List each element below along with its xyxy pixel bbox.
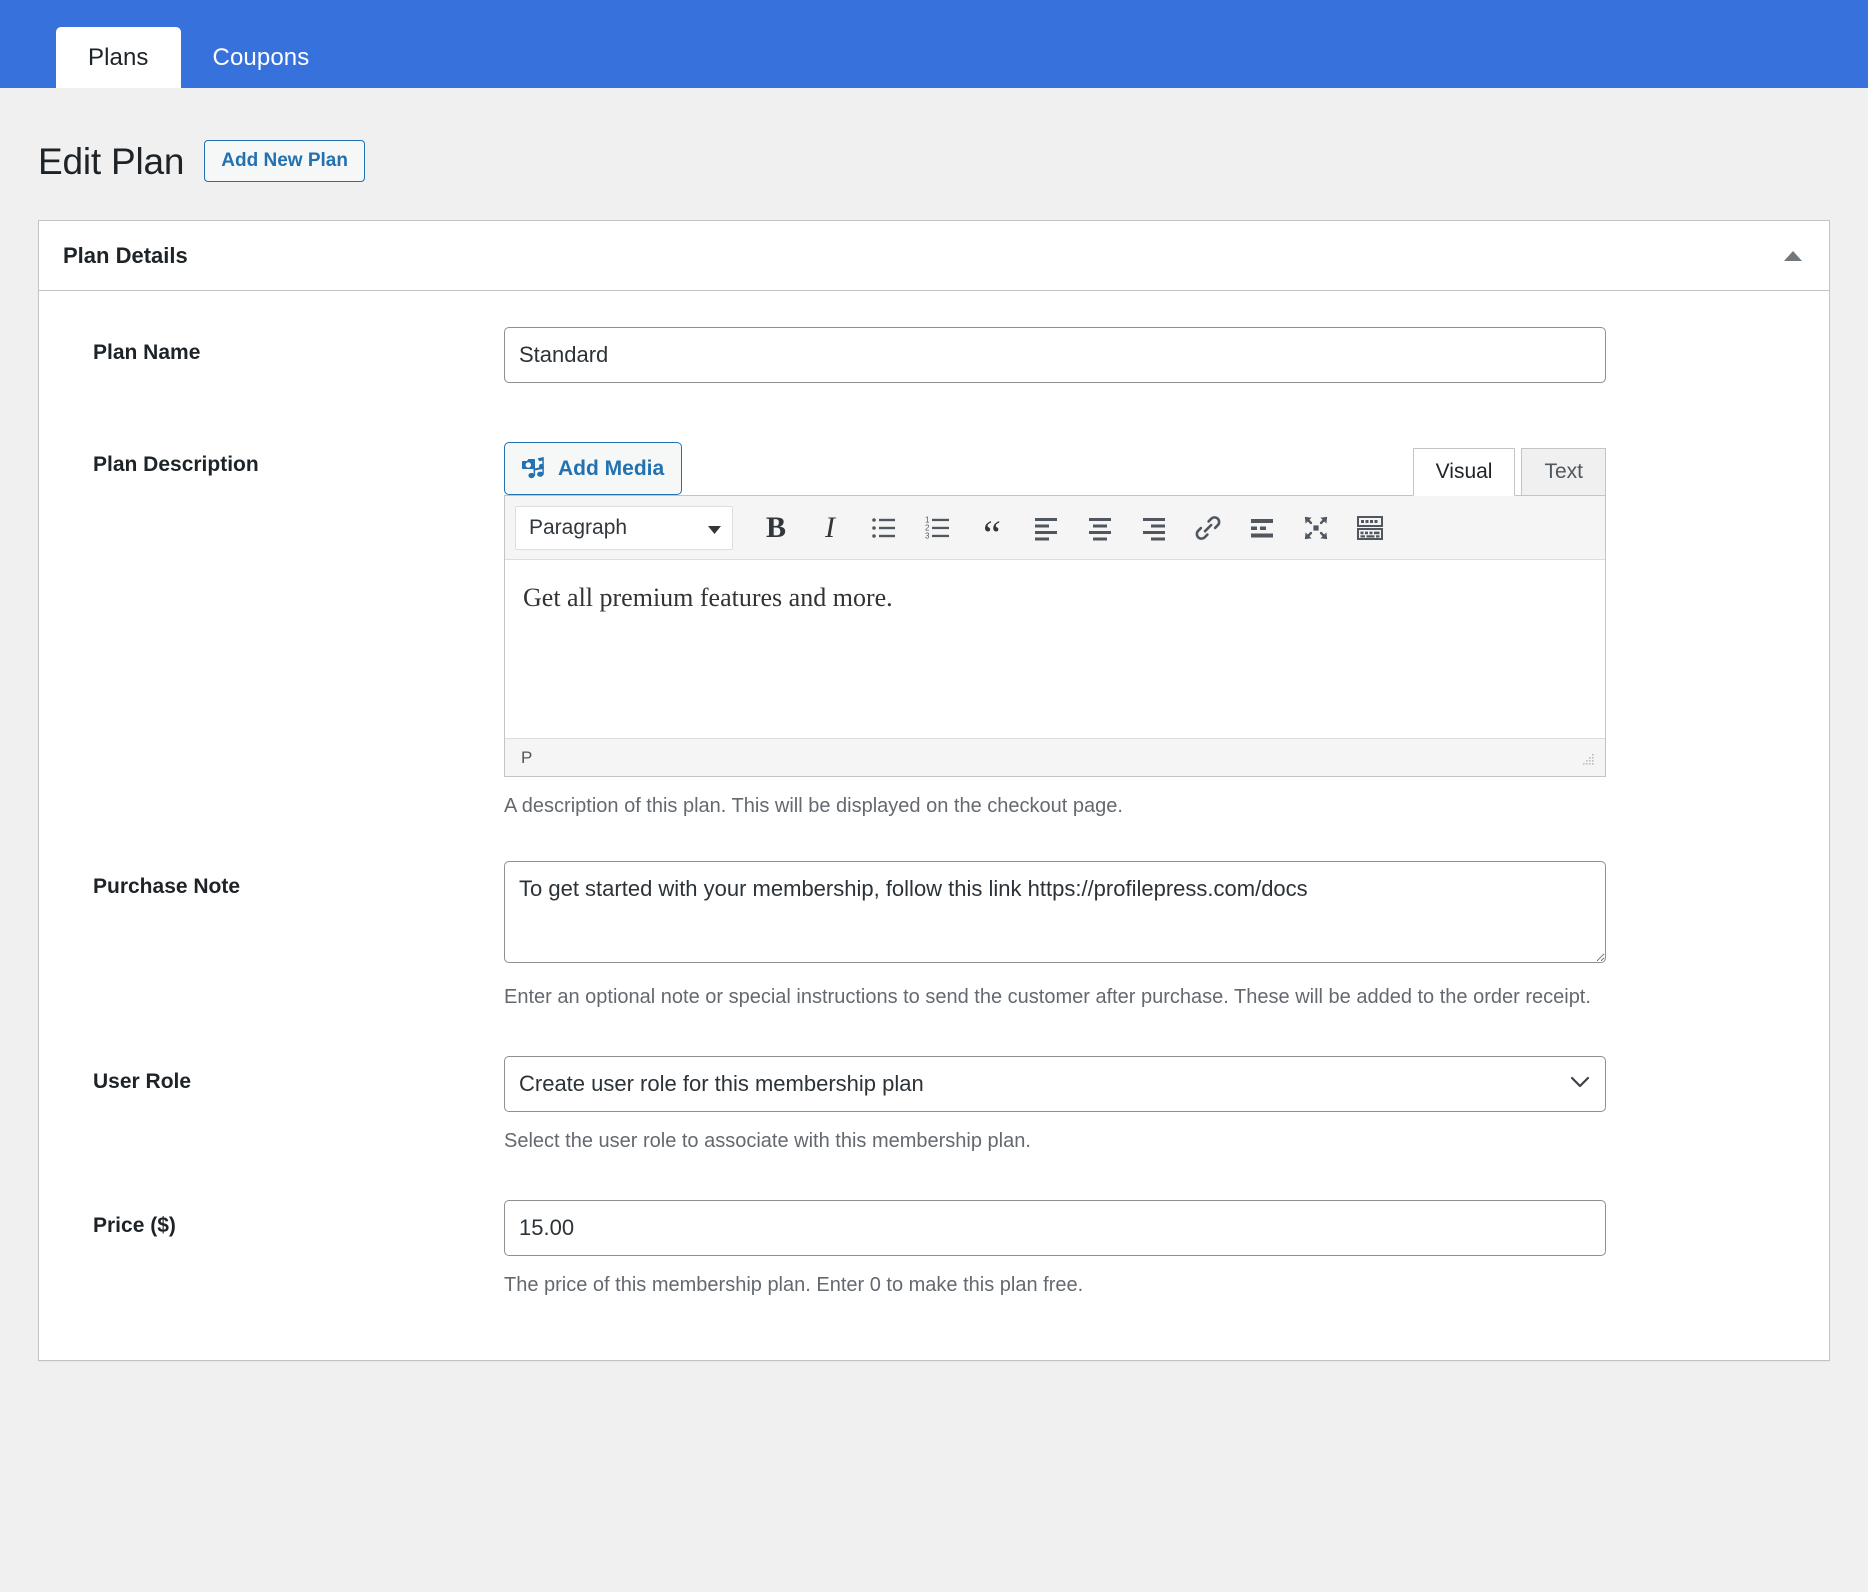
align-right-icon[interactable] bbox=[1132, 506, 1176, 550]
plan-description-label: Plan Description bbox=[93, 453, 259, 476]
toolbar-toggle-icon[interactable] bbox=[1348, 506, 1392, 550]
price-helper: The price of this membership plan. Enter… bbox=[504, 1274, 1084, 1296]
read-more-icon[interactable] bbox=[1240, 506, 1284, 550]
plan-description-helper: A description of this plan. This will be… bbox=[504, 795, 1123, 817]
fullscreen-icon[interactable] bbox=[1294, 506, 1338, 550]
wp-editor: Add Media Visual Text Paragraph B I 1 2 … bbox=[504, 439, 1606, 777]
insert-link-icon[interactable] bbox=[1186, 506, 1230, 550]
tab-coupons-label: Coupons bbox=[212, 44, 310, 71]
editor-box: Paragraph B I 1 2 3 “ Get all premium fe… bbox=[504, 495, 1606, 777]
field-row-price: Price ($) The price of this membership p… bbox=[63, 1200, 1805, 1300]
page-header: Edit Plan Add New Plan bbox=[0, 88, 1868, 200]
plan-details-card-header[interactable]: Plan Details bbox=[39, 221, 1829, 291]
tab-visual-label: Visual bbox=[1435, 460, 1493, 483]
editor-element-path: P bbox=[521, 747, 533, 767]
bulleted-list-icon[interactable] bbox=[862, 506, 906, 550]
align-center-icon[interactable] bbox=[1078, 506, 1122, 550]
plan-details-title: Plan Details bbox=[63, 242, 188, 268]
purchase-note-textarea[interactable] bbox=[504, 861, 1606, 963]
media-camera-note-icon bbox=[520, 456, 546, 480]
tab-plans[interactable]: Plans bbox=[56, 27, 181, 88]
plan-details-card: Plan Details Plan Name Plan Description bbox=[38, 220, 1830, 1361]
paragraph-format-value: Paragraph bbox=[529, 515, 628, 539]
paragraph-format-select[interactable]: Paragraph bbox=[515, 505, 733, 550]
top-tab-bar: Plans Coupons bbox=[0, 0, 1868, 88]
plan-name-label: Plan Name bbox=[93, 341, 201, 364]
tab-visual[interactable]: Visual bbox=[1412, 448, 1516, 496]
blockquote-icon[interactable]: “ bbox=[970, 506, 1014, 554]
user-role-label: User Role bbox=[93, 1070, 192, 1093]
chevron-down-icon bbox=[708, 516, 721, 540]
price-input[interactable] bbox=[504, 1200, 1606, 1256]
page-title: Edit Plan bbox=[38, 140, 185, 182]
plan-name-input[interactable] bbox=[504, 327, 1606, 383]
bold-icon[interactable]: B bbox=[754, 506, 798, 550]
add-media-label: Add Media bbox=[558, 456, 665, 480]
field-row-plan-name: Plan Name bbox=[63, 327, 1805, 383]
editor-mode-tabs: Visual Text bbox=[1407, 448, 1606, 496]
user-role-select[interactable]: Create user role for this membership pla… bbox=[504, 1056, 1606, 1112]
add-media-button[interactable]: Add Media bbox=[504, 442, 683, 495]
price-label: Price ($) bbox=[93, 1214, 176, 1237]
plan-details-card-body: Plan Name Plan Description bbox=[39, 291, 1829, 1360]
field-row-user-role: User Role Create user role for this memb… bbox=[63, 1056, 1805, 1156]
align-left-icon[interactable] bbox=[1024, 506, 1068, 550]
field-row-purchase-note: Purchase Note Enter an optional note or … bbox=[63, 861, 1805, 1012]
svg-text:3: 3 bbox=[925, 531, 930, 540]
tab-plans-label: Plans bbox=[88, 44, 149, 71]
user-role-helper: Select the user role to associate with t… bbox=[504, 1130, 1031, 1152]
editor-status-bar: P bbox=[505, 738, 1605, 776]
italic-icon[interactable]: I bbox=[808, 506, 852, 550]
purchase-note-label: Purchase Note bbox=[93, 875, 241, 898]
numbered-list-icon[interactable]: 1 2 3 bbox=[916, 506, 960, 550]
resize-grip-icon[interactable] bbox=[1581, 751, 1595, 765]
editor-top-bar: Add Media Visual Text bbox=[504, 439, 1606, 496]
add-new-plan-button[interactable]: Add New Plan bbox=[204, 140, 365, 182]
purchase-note-helper: Enter an optional note or special instru… bbox=[504, 986, 1591, 1008]
field-row-plan-description: Plan Description Add Media Visual Text P… bbox=[63, 439, 1805, 821]
editor-content-area[interactable]: Get all premium features and more. bbox=[505, 560, 1605, 738]
tab-coupons[interactable]: Coupons bbox=[181, 27, 342, 88]
triangle-up-icon[interactable] bbox=[1779, 242, 1807, 270]
editor-paragraph: Get all premium features and more. bbox=[523, 583, 893, 612]
tab-text-label: Text bbox=[1544, 460, 1583, 483]
editor-toolbar: Paragraph B I 1 2 3 “ bbox=[505, 496, 1605, 560]
user-role-selected-value: Create user role for this membership pla… bbox=[519, 1071, 924, 1096]
tab-text[interactable]: Text bbox=[1521, 448, 1606, 496]
